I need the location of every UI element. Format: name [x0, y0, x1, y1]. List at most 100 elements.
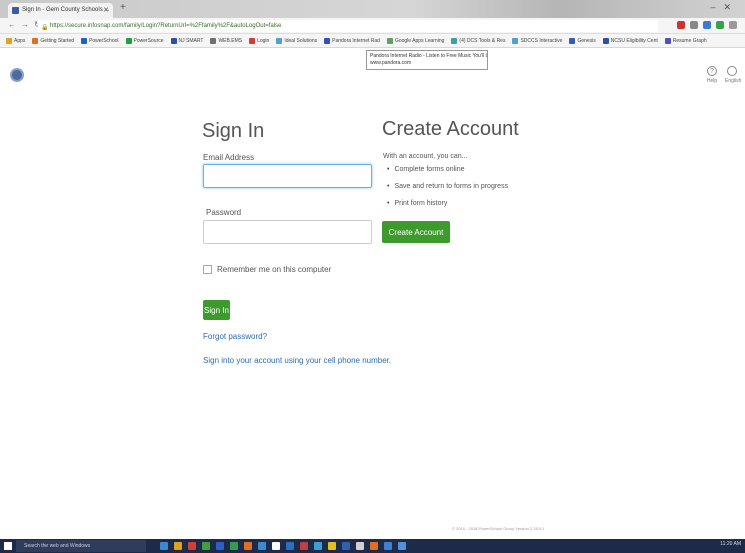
signin-button[interactable]: Sign In: [203, 300, 230, 320]
app-icon[interactable]: [258, 542, 266, 550]
bookmark-item[interactable]: Genesis: [569, 37, 596, 44]
close-tab-icon[interactable]: ✕: [103, 3, 109, 18]
star-icon[interactable]: [690, 21, 698, 29]
bookmark-label: NCSU Eligibility Cent: [610, 37, 658, 44]
district-logo: [10, 68, 24, 82]
windows-start-icon[interactable]: [4, 542, 12, 550]
extension-icon[interactable]: [716, 21, 724, 29]
bookmark-icon: [276, 37, 283, 44]
remember-checkbox[interactable]: [203, 265, 212, 274]
bookmark-icon: [664, 37, 671, 44]
bookmark-icon: [170, 37, 177, 44]
bookmark-item[interactable]: PowerSource: [125, 37, 164, 44]
app-icon[interactable]: [202, 542, 210, 550]
language-button[interactable]: English: [725, 66, 745, 84]
bookmark-icon: [569, 37, 576, 44]
bookmark-item[interactable]: NJ SMART: [170, 37, 204, 44]
browser-titlebar: Sign In - Gem County Schools ... ✕ + –✕: [0, 0, 745, 18]
taskbar-clock[interactable]: 11:20 AM: [720, 541, 741, 547]
app-icon[interactable]: [188, 542, 196, 550]
password-label: Password: [206, 208, 242, 217]
taskbar-search[interactable]: Search the web and Windows: [16, 540, 146, 552]
tooltip-title: Pandora Internet Radio - Listen to Free …: [370, 53, 488, 59]
benefits-list: Complete forms online Save and return to…: [387, 166, 508, 217]
new-tab-icon[interactable]: +: [120, 2, 126, 13]
app-icon[interactable]: [272, 542, 280, 550]
bookmark-label: PowerSource: [133, 37, 164, 44]
bookmark-item[interactable]: Google Apps Learning: [386, 37, 445, 44]
question-icon: ?: [707, 66, 717, 76]
bookmark-item[interactable]: Apps: [6, 37, 26, 44]
app-icon[interactable]: [328, 542, 336, 550]
app-icon[interactable]: [286, 542, 294, 550]
app-icon[interactable]: [356, 542, 364, 550]
favicon-icon: [12, 7, 19, 14]
bookmark-item[interactable]: NCSU Eligibility Cent: [602, 37, 658, 44]
bookmark-item[interactable]: Pandora Internet Rad: [324, 37, 380, 44]
url-text: https://secure.infosnap.com/family/Login…: [50, 23, 282, 29]
bookmark-icon: [6, 37, 12, 44]
forgot-password-link[interactable]: Forgot password?: [203, 332, 267, 341]
bookmark-label: NJ SMART: [178, 37, 204, 44]
app-icon[interactable]: [384, 542, 392, 550]
menu-icon[interactable]: [729, 21, 737, 29]
bookmark-icon: [451, 37, 458, 44]
app-icon[interactable]: [342, 542, 350, 550]
app-icon[interactable]: [174, 542, 182, 550]
create-account-title: Create Account: [382, 118, 519, 140]
email-label: Email Address: [203, 153, 255, 162]
signin-title: Sign In: [202, 120, 265, 142]
app-icon[interactable]: [244, 542, 252, 550]
bookmark-label: Getting Started: [40, 37, 75, 44]
remember-label: Remember me on this computer: [217, 265, 332, 274]
list-item: Save and return to forms in progress: [387, 183, 508, 190]
url-field[interactable]: 🔒 https://secure.infosnap.com/family/Log…: [38, 20, 658, 32]
bookmark-item[interactable]: (4) DCS Tools & Res: [451, 37, 505, 44]
bookmark-item[interactable]: Getting Started: [32, 37, 75, 44]
bookmark-label: Resume Graph: [672, 37, 707, 44]
tab-title: Sign In - Gem County Schools ...: [22, 7, 110, 13]
app-icon[interactable]: [370, 542, 378, 550]
bookmark-label: Genesis: [577, 37, 596, 44]
bookmark-item[interactable]: Ideal Solutions: [276, 37, 317, 44]
bookmark-item[interactable]: Login: [249, 37, 270, 44]
app-icon[interactable]: [160, 542, 168, 550]
bookmark-label: Pandora Internet Rad: [332, 37, 380, 44]
app-icon[interactable]: [216, 542, 224, 550]
bookmark-item[interactable]: Resume Graph: [664, 37, 707, 44]
app-icon[interactable]: [230, 542, 238, 550]
bookmark-label: SDCCS Interactive: [520, 37, 563, 44]
bookmark-icon: [512, 37, 519, 44]
window-controls[interactable]: –✕: [710, 2, 739, 13]
bookmark-icon: [386, 37, 393, 44]
bookmark-item[interactable]: WEB.EMS: [210, 37, 243, 44]
bookmark-item[interactable]: PowerSchool: [81, 37, 119, 44]
password-field[interactable]: [203, 220, 372, 244]
list-item: Complete forms online: [387, 166, 508, 173]
bookmark-label: Login: [257, 37, 270, 44]
bookmark-label: Google Apps Learning: [394, 37, 445, 44]
bookmark-icon: [324, 37, 331, 44]
app-icon[interactable]: [314, 542, 322, 550]
bookmark-item[interactable]: SDCCS Interactive: [512, 37, 563, 44]
bookmark-label: WEB.EMS: [218, 37, 243, 44]
bookmarks-bar: Apps Getting Started PowerSchool PowerSourc…: [0, 34, 745, 48]
help-button[interactable]: ? Help: [703, 66, 721, 84]
bookmark-icon: [125, 37, 132, 44]
extension-icon[interactable]: [703, 21, 711, 29]
app-icon[interactable]: [398, 542, 406, 550]
bookmark-icon: [602, 37, 609, 44]
extension-icon[interactable]: [677, 21, 685, 29]
address-bar-row: ←→↻ 🔒 https://secure.infosnap.com/family…: [0, 18, 745, 34]
email-field[interactable]: [203, 164, 372, 188]
bookmark-tooltip: Pandora Internet Radio - Listen to Free …: [366, 50, 488, 70]
browser-tab[interactable]: Sign In - Gem County Schools ... ✕: [8, 3, 113, 18]
bookmark-icon: [210, 37, 217, 44]
create-account-button[interactable]: Create Account: [382, 221, 450, 243]
globe-icon: [727, 66, 737, 76]
phone-signin-link[interactable]: Sign into your account using your cell p…: [203, 356, 391, 365]
app-icon[interactable]: [300, 542, 308, 550]
tooltip-url: www.pandora.com: [370, 60, 412, 66]
bookmark-icon: [81, 37, 88, 44]
bookmark-label: Apps: [14, 37, 26, 44]
